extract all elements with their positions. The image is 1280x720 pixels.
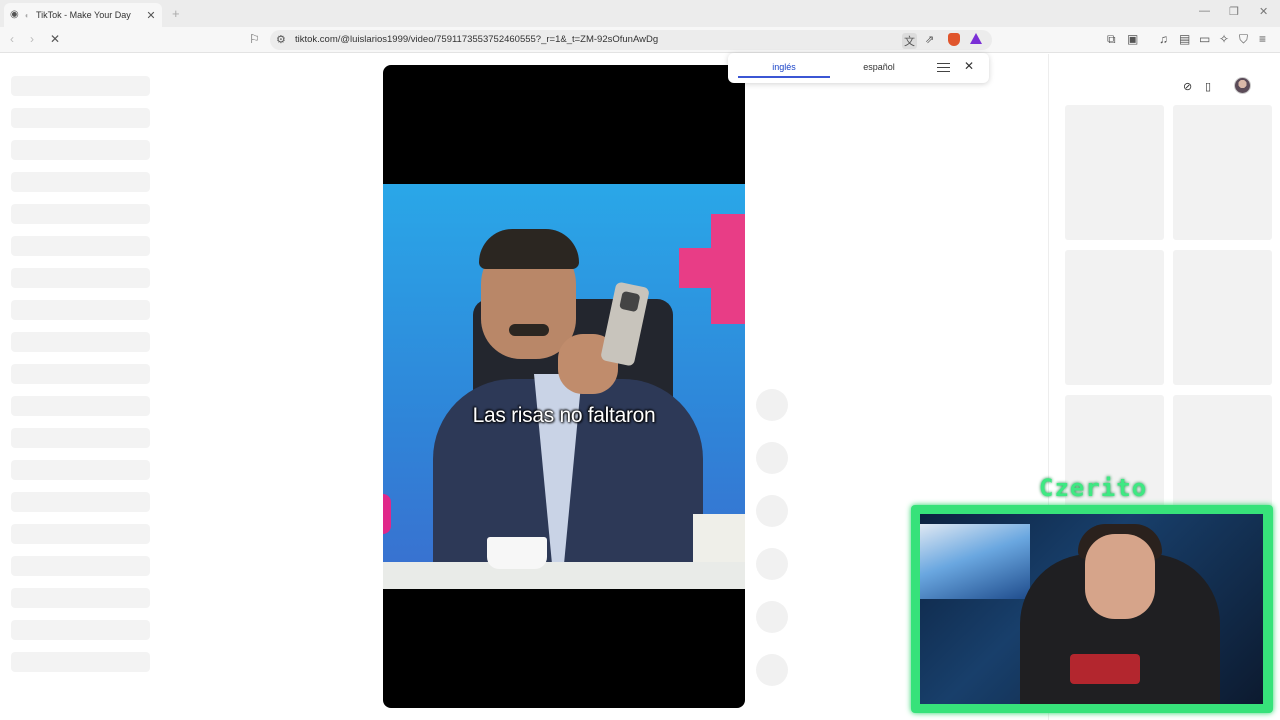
webcam-shirt-print <box>1070 654 1140 684</box>
video-player[interactable]: Las risas no faltaron <box>383 65 745 708</box>
skeleton-nav-item <box>11 492 150 512</box>
comment-button-placeholder[interactable] <box>756 442 788 474</box>
brave-rewards-icon[interactable] <box>970 33 982 44</box>
skeleton-nav-item <box>11 204 150 224</box>
skeleton-video-card <box>1173 250 1272 385</box>
new-tab-button[interactable]: + <box>172 6 180 21</box>
tab-search-icon[interactable]: ▣ <box>1127 32 1138 46</box>
person-hair <box>479 229 579 269</box>
skeleton-nav-item <box>11 140 150 160</box>
skeleton-nav-item <box>11 620 150 640</box>
skeleton-video-card <box>1173 105 1272 240</box>
video-frame: Las risas no faltaron <box>383 184 745 589</box>
menu-icon[interactable]: ≡ <box>1259 32 1266 46</box>
skeleton-video-card <box>1065 105 1164 240</box>
extensions-icon[interactable]: ⧉ <box>1107 32 1116 46</box>
address-bar[interactable]: ⚙ tiktok.com/@luislarios1999/video/75911… <box>270 30 992 50</box>
compass-icon[interactable]: ⊘ <box>1183 80 1192 93</box>
skeleton-nav-item <box>11 332 150 352</box>
skeleton-nav-item <box>11 364 150 384</box>
url-text[interactable]: tiktok.com/@luislarios1999/video/7591173… <box>295 34 658 45</box>
vpn-icon[interactable]: ⛉ <box>1239 32 1248 46</box>
translate-options-icon[interactable] <box>937 60 950 75</box>
skeleton-nav-item <box>11 300 150 320</box>
skeleton-nav-item <box>11 236 150 256</box>
back-icon[interactable]: ‹ <box>10 32 14 46</box>
device-icon[interactable]: ▯ <box>1205 80 1211 93</box>
skeleton-nav-item <box>11 172 150 192</box>
media-icon[interactable]: ♫ <box>1159 32 1168 46</box>
skeleton-nav-item <box>11 524 150 544</box>
skeleton-video-card <box>1065 250 1164 385</box>
close-window-button[interactable]: ✕ <box>1259 5 1268 18</box>
webcam-poster <box>920 524 1030 599</box>
skeleton-nav-item <box>11 396 150 416</box>
share-button-placeholder[interactable] <box>756 548 788 580</box>
skeleton-nav-item <box>11 428 150 448</box>
save-button-placeholder[interactable] <box>756 495 788 527</box>
audio-icon[interactable]: ◖ <box>24 11 32 20</box>
webcam-feed <box>920 514 1263 704</box>
skeleton-nav-item <box>11 460 150 480</box>
video-caption: Las risas no faltaron <box>472 404 656 427</box>
translate-source-tab[interactable]: inglés <box>738 62 830 72</box>
skeleton-nav-item <box>11 556 150 576</box>
tab-title: TikTok - Make Your Day <box>36 10 131 20</box>
skeleton-nav-item <box>11 652 150 672</box>
desk <box>383 562 745 589</box>
translate-popup: inglés español ✕ <box>728 53 989 83</box>
like-button-placeholder[interactable] <box>756 389 788 421</box>
decor-pink <box>383 494 391 534</box>
share-icon[interactable]: ⇗ <box>925 33 934 46</box>
tab-close-button[interactable]: ✕ <box>146 9 156 22</box>
avatar[interactable] <box>1234 77 1251 94</box>
forward-icon[interactable]: › <box>30 32 34 46</box>
skeleton-nav-item <box>11 588 150 608</box>
translate-icon[interactable]: 文 <box>902 33 917 49</box>
skeleton-nav-item <box>11 76 150 96</box>
wallet-icon[interactable]: ▭ <box>1199 32 1210 46</box>
tab-strip: ◉ ◖ TikTok - Make Your Day ✕ + — ❐ ✕ <box>0 0 1280 27</box>
skeleton-nav-item <box>11 268 150 288</box>
action-placeholder[interactable] <box>756 601 788 633</box>
leo-ai-icon[interactable]: ✧ <box>1219 32 1229 46</box>
streamer-name: Czerito <box>1039 474 1148 502</box>
brave-shields-icon[interactable] <box>948 33 960 46</box>
translate-close-button[interactable]: ✕ <box>964 59 974 73</box>
decor-plus <box>679 248 745 288</box>
site-settings-icon[interactable]: ⚙ <box>276 33 286 46</box>
tab-tiktok[interactable]: ◉ ◖ TikTok - Make Your Day ✕ <box>4 3 162 27</box>
bookmark-icon[interactable]: ⚐ <box>249 32 260 46</box>
skeleton-nav-item <box>11 108 150 128</box>
cup <box>487 537 547 569</box>
restore-button[interactable]: ❐ <box>1229 5 1239 18</box>
minimize-button[interactable]: — <box>1199 5 1210 17</box>
sound-placeholder[interactable] <box>756 654 788 686</box>
papers <box>693 514 745 562</box>
active-tab-indicator <box>738 76 830 78</box>
tiktok-favicon-icon: ◉ <box>10 9 19 20</box>
webcam-face <box>1085 534 1155 619</box>
person-moustache <box>509 324 549 336</box>
browser-toolbar: ‹ › ✕ ⚐ ⚙ tiktok.com/@luislarios1999/vid… <box>0 27 1280 53</box>
stop-loading-icon[interactable]: ✕ <box>50 32 60 46</box>
translate-target-tab[interactable]: español <box>833 62 925 72</box>
sidebar-icon[interactable]: ▤ <box>1179 32 1190 46</box>
